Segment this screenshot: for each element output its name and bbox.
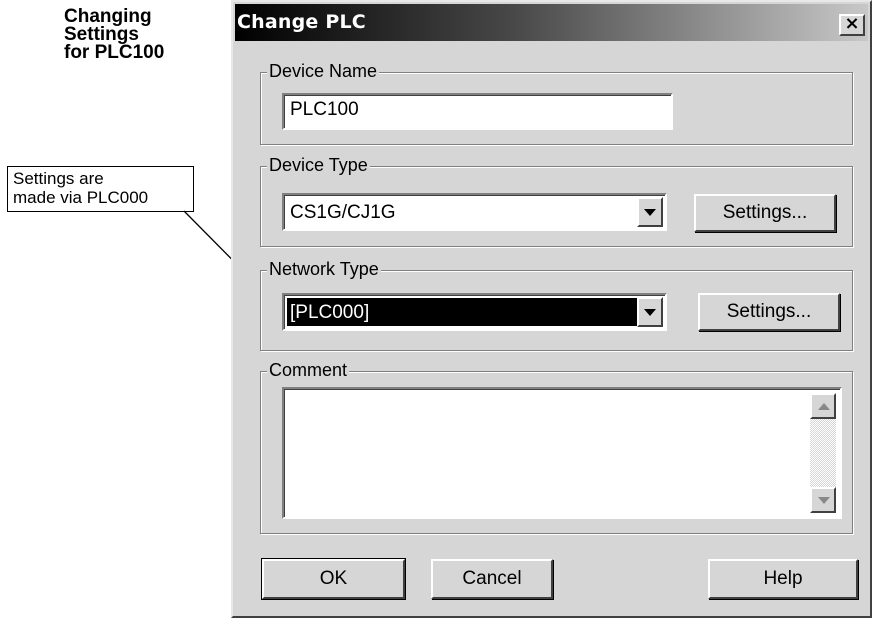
- scroll-down-button[interactable]: [810, 487, 836, 513]
- callout-line-1: Settings are: [13, 169, 104, 188]
- network-type-settings-button[interactable]: Settings...: [698, 293, 840, 331]
- chevron-down-icon: [644, 309, 656, 316]
- change-plc-dialog: Change PLC × Device Name PLC100 Device T…: [231, 0, 872, 618]
- chevron-down-icon: [644, 209, 656, 216]
- network-type-value: [PLC000]: [287, 298, 637, 326]
- device-type-select[interactable]: CS1G/CJ1G: [282, 193, 667, 231]
- comment-textarea[interactable]: [282, 387, 842, 519]
- device-type-label: Device Type: [267, 155, 370, 175]
- cancel-button[interactable]: Cancel: [431, 559, 553, 599]
- help-button[interactable]: Help: [708, 559, 858, 599]
- comment-label: Comment: [267, 360, 350, 380]
- network-type-dropdown-button[interactable]: [637, 297, 663, 327]
- callout-box: Settings are made via PLC000: [7, 166, 194, 212]
- device-type-settings-button[interactable]: Settings...: [694, 194, 836, 232]
- arrow-down-icon: [818, 497, 830, 504]
- device-name-input[interactable]: PLC100: [282, 93, 673, 130]
- device-name-label: Device Name: [267, 61, 380, 81]
- close-button[interactable]: ×: [839, 14, 865, 36]
- close-icon: ×: [844, 13, 860, 34]
- dialog-title: Change PLC: [237, 11, 366, 33]
- comment-scrollbar[interactable]: [810, 393, 836, 513]
- ok-button[interactable]: OK: [261, 558, 406, 600]
- side-heading: Changing Settings for PLC100: [64, 7, 214, 63]
- scroll-up-button[interactable]: [810, 393, 836, 419]
- title-bar[interactable]: Change PLC ×: [235, 4, 868, 41]
- callout-line-2: made via PLC000: [13, 188, 149, 207]
- network-type-select[interactable]: [PLC000]: [282, 293, 667, 331]
- network-type-label: Network Type: [267, 259, 381, 279]
- side-heading-line-3: for PLC100: [64, 42, 165, 63]
- device-type-dropdown-button[interactable]: [637, 197, 663, 227]
- arrow-up-icon: [818, 403, 830, 410]
- device-type-value: CS1G/CJ1G: [290, 202, 396, 223]
- scroll-track[interactable]: [810, 419, 836, 487]
